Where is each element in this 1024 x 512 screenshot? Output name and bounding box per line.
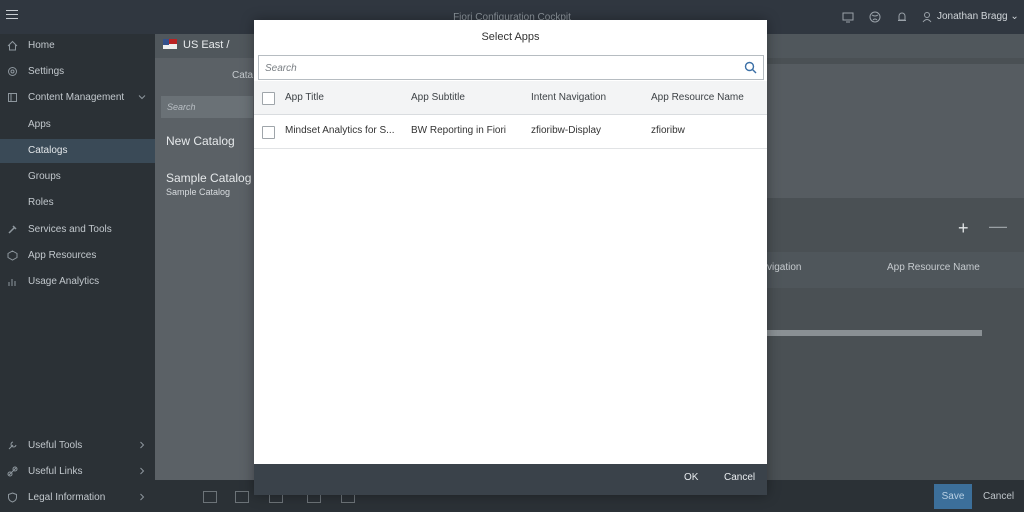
chevron-down-icon: ⌄ (1010, 11, 1019, 22)
table-row[interactable]: Mindset Analytics for S... BW Reporting … (254, 116, 767, 149)
sidebar-item-content-management[interactable]: Content Management (0, 86, 155, 110)
sidebar-item-label: Usage Analytics (28, 276, 100, 287)
save-button[interactable]: Save (934, 484, 972, 509)
horizontal-scrollbar[interactable] (767, 330, 982, 336)
sidebar-item-apps[interactable]: Apps (0, 113, 155, 137)
catalog-search-input[interactable]: Search (161, 96, 253, 118)
sidebar-item-groups[interactable]: Groups (0, 165, 155, 189)
sidebar-item-label: Content Management (28, 92, 125, 103)
select-apps-dialog: Select Apps App Title App Subtitle Inten… (254, 20, 767, 495)
sidebar-item-useful-links[interactable]: Useful Links (0, 460, 155, 484)
content-icon (8, 93, 17, 102)
link-icon (7, 466, 18, 477)
tools-icon (8, 225, 17, 234)
catalog-item-title[interactable]: Sample Catalog (166, 171, 251, 185)
column-header-resource: App Resource Name (887, 262, 980, 273)
column-header-app-subtitle[interactable]: App Subtitle (411, 92, 465, 103)
add-icon[interactable]: + (958, 218, 969, 239)
analytics-icon (8, 279, 16, 286)
sidebar-item-label: Groups (28, 171, 61, 182)
column-header-app-resource-name[interactable]: App Resource Name (651, 92, 744, 103)
column-header-app-title[interactable]: App Title (285, 92, 324, 103)
resources-icon (7, 250, 18, 261)
user-menu[interactable]: Jonathan Bragg ⌄ (937, 11, 1019, 22)
globe-icon[interactable] (869, 11, 881, 23)
chevron-right-icon (140, 467, 145, 475)
column-header-intent-navigation[interactable]: Intent Navigation (531, 92, 606, 103)
shield-icon (8, 492, 17, 503)
catalog-header: Cata (232, 70, 254, 81)
sidebar-item-usage-analytics[interactable]: Usage Analytics (0, 270, 155, 294)
cell-intent-navigation: zfioribw-Display (531, 125, 602, 136)
sidebar-item-label: App Resources (28, 250, 97, 261)
gear-icon (8, 67, 17, 76)
chevron-down-icon (138, 95, 146, 100)
sidebar-item-label: Services and Tools (28, 224, 112, 235)
list-icon[interactable] (203, 491, 217, 503)
dialog-search (258, 55, 764, 80)
column-header-intent: vigation (767, 262, 802, 273)
sidebar-item-label: Useful Tools (28, 440, 83, 451)
sidebar-item-label: Settings (28, 66, 65, 77)
us-flag-icon (163, 39, 177, 49)
sidebar-item-label: Useful Links (28, 466, 83, 477)
user-name: Jonathan Bragg (937, 11, 1008, 22)
dialog-footer: OK Cancel (254, 464, 767, 495)
cell-app-resource-name: zfioribw (651, 125, 685, 136)
sidebar-item-useful-tools[interactable]: Useful Tools (0, 434, 155, 458)
select-all-checkbox[interactable] (262, 92, 275, 105)
chevron-right-icon (140, 493, 145, 501)
filter-icon[interactable] (235, 491, 249, 503)
sidebar-item-label: Apps (28, 119, 51, 130)
sidebar-item-settings[interactable]: Settings (0, 60, 155, 84)
sidebar-item-label: Legal Information (28, 492, 106, 503)
search-input[interactable] (265, 60, 735, 76)
region-label: US East / (183, 39, 230, 51)
sidebar-item-home[interactable]: Home (0, 34, 155, 58)
table-header: App Title App Subtitle Intent Navigation… (254, 81, 767, 115)
row-checkbox[interactable] (262, 126, 275, 139)
sidebar-item-app-resources[interactable]: App Resources (0, 244, 155, 268)
home-icon (7, 40, 18, 51)
sidebar-item-label: Catalogs (28, 145, 68, 156)
ok-button[interactable]: OK (684, 472, 698, 483)
catalog-item-subtitle: Sample Catalog (166, 187, 231, 197)
catalog-item-title[interactable]: New Catalog (166, 134, 235, 148)
wrench-icon (8, 441, 17, 450)
remove-icon[interactable]: — (989, 216, 1007, 237)
dialog-cancel-button[interactable]: Cancel (724, 472, 755, 483)
sidebar-item-services-and-tools[interactable]: Services and Tools (0, 218, 155, 242)
bell-icon[interactable] (896, 11, 908, 23)
breadcrumb[interactable]: US East / (163, 39, 229, 51)
sidebar-item-label: Home (28, 40, 55, 51)
detail-header-panel (767, 64, 1024, 198)
sidebar-item-roles[interactable]: Roles (0, 191, 155, 215)
user-icon[interactable] (922, 11, 934, 23)
cell-app-subtitle: BW Reporting in Fiori (411, 125, 507, 136)
sidebar-item-catalogs[interactable]: Catalogs (0, 139, 155, 163)
chevron-right-icon (140, 441, 145, 449)
sidebar-item-legal-information[interactable]: Legal Information (0, 486, 155, 510)
monitor-icon[interactable] (842, 11, 854, 23)
search-icon[interactable] (744, 61, 757, 74)
cell-app-title: Mindset Analytics for S... (285, 125, 395, 136)
sidebar: Home Settings Content Management Apps Ca… (0, 34, 155, 512)
sidebar-item-label: Roles (28, 197, 54, 208)
cancel-button[interactable]: Cancel (983, 491, 1014, 502)
dialog-title: Select Apps (481, 31, 540, 43)
